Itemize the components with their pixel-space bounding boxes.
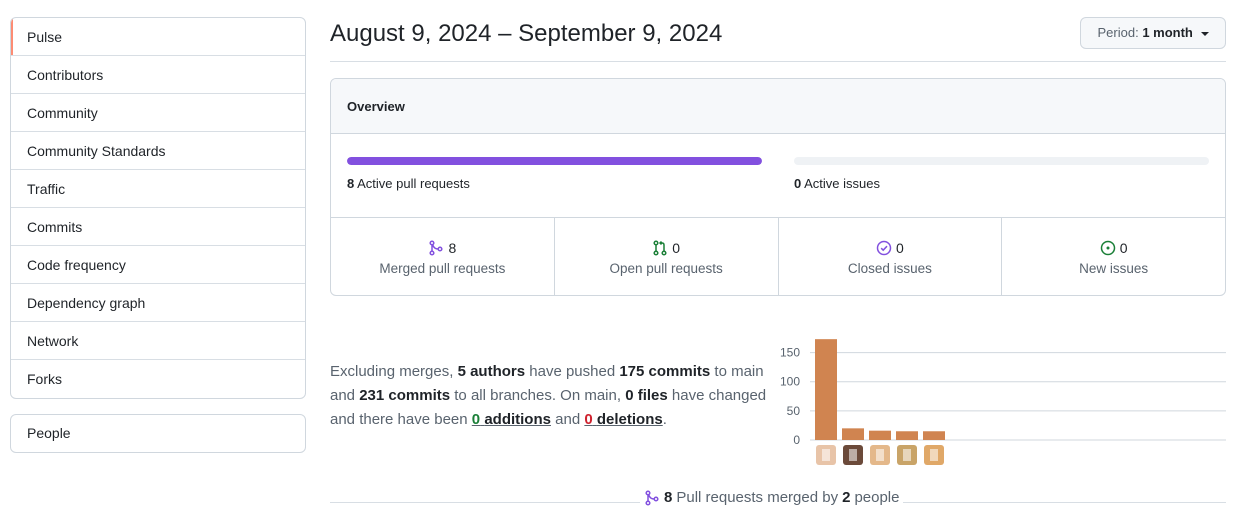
chart-bar [869,430,891,440]
active-issues-bar [794,157,1209,165]
deletions-count: 0 [584,411,593,428]
header-divider [330,61,1226,62]
deletions-link[interactable]: 0 deletions [584,411,662,428]
main-commits-count: 175 commits [619,363,711,380]
deletions-label: deletions [596,411,663,428]
authors-count: 5 authors [457,363,526,380]
active-pull-requests-label: Active pull requests [357,176,470,191]
commits-by-author-chart: 0 50 100 150 [770,330,1230,475]
new-issues-label: New issues [1079,261,1149,276]
summary-text: . [662,411,667,428]
issue-opened-icon [1100,240,1115,256]
avatar-pattern [876,449,884,461]
overview-title: Overview [331,79,1225,134]
active-pull-requests-count: 8 [347,176,355,191]
new-issues-stat[interactable]: 0 New issues [1002,218,1225,295]
page-title: August 9, 2024 – September 9, 2024 [330,20,723,47]
open-pull-requests-label: Open pull requests [609,261,723,276]
avatar-pattern [930,449,938,461]
sidebar-item-network[interactable]: Network [11,322,305,360]
sidebar-item-traffic[interactable]: Traffic [11,170,305,208]
overview-box: Overview 8 Active pull requests 0 Active… [330,78,1226,296]
people-count: 2 [842,489,851,506]
git-merge-icon [429,240,444,256]
closed-issues-count: 0 [895,240,904,256]
merged-text: Pull requests merged by [676,489,839,506]
chart-bar [896,431,918,440]
insights-sidebar: Pulse Contributors Community Community S… [10,17,306,399]
chart-bar [815,339,837,440]
sidebar-item-forks[interactable]: Forks [11,360,305,398]
period-label: Period: [1097,25,1139,40]
active-pull-requests-link[interactable]: 8 Active pull requests [347,176,470,191]
insights-sidebar-secondary: People [10,414,306,453]
chart-bar [923,431,945,440]
avatar-pattern [822,449,830,461]
files-changed-count: 0 files [625,387,668,404]
period-value: 1 month [1142,25,1193,40]
active-pull-requests-bar [347,157,762,165]
summary-text: have pushed [529,363,616,380]
sidebar-item-people[interactable]: People [11,415,305,452]
open-pull-requests-count: 0 [672,240,681,256]
additions-label: additions [484,411,551,428]
commits-chart-svg: 0 50 100 150 [780,339,1226,465]
additions-count: 0 [471,411,481,428]
additions-link[interactable]: 0 additions [472,411,551,428]
merged-pull-requests-count: 8 [448,240,457,256]
sidebar-item-community-standards[interactable]: Community Standards [11,132,305,170]
all-branch-commits-count: 231 commits [359,387,451,404]
active-issues-label: Active issues [804,176,881,191]
merged-pull-requests-summary: 8 Pull requests merged by 2 people [640,489,904,506]
active-issues-count: 0 [794,176,802,191]
active-pull-requests-bar-fill [347,157,762,165]
sidebar-item-commits[interactable]: Commits [11,208,305,246]
new-issues-count: 0 [1119,240,1128,256]
git-merge-icon [645,489,659,506]
git-pull-request-icon [653,240,667,256]
commit-summary: Excluding merges, 5 authors have pushed … [330,360,770,432]
caret-down-icon [1200,31,1209,36]
avatar-pattern [903,449,911,461]
issue-closed-icon [876,240,892,256]
closed-issues-stat[interactable]: 0 Closed issues [779,218,1003,295]
active-issues-link[interactable]: 0 Active issues [794,176,880,191]
y-tick-label: 150 [780,346,800,360]
period-dropdown-button[interactable]: Period: 1 month [1080,17,1226,49]
summary-text: Excluding merges, [330,363,454,380]
sidebar-item-code-frequency[interactable]: Code frequency [11,246,305,284]
summary-text: and [555,411,581,428]
merged-pull-requests-label: Merged pull requests [379,261,506,276]
y-tick-label: 0 [793,433,800,447]
sidebar-item-contributors[interactable]: Contributors [11,56,305,94]
chart-bar [842,428,864,440]
y-tick-label: 100 [780,375,800,389]
sidebar-item-community[interactable]: Community [11,94,305,132]
people-label: people [854,489,900,506]
merged-count: 8 [664,489,673,506]
merged-pull-requests-stat[interactable]: 8 Merged pull requests [331,218,555,295]
sidebar-item-dependency-graph[interactable]: Dependency graph [11,284,305,322]
sidebar-item-pulse[interactable]: Pulse [11,18,305,56]
closed-issues-label: Closed issues [847,261,932,276]
y-tick-label: 50 [787,404,801,418]
summary-text: to all branches. On main, [454,387,622,404]
open-pull-requests-stat[interactable]: 0 Open pull requests [555,218,779,295]
avatar-pattern [849,449,857,461]
overview-stats: 8 Merged pull requests 0 Open pull reque… [331,217,1225,295]
